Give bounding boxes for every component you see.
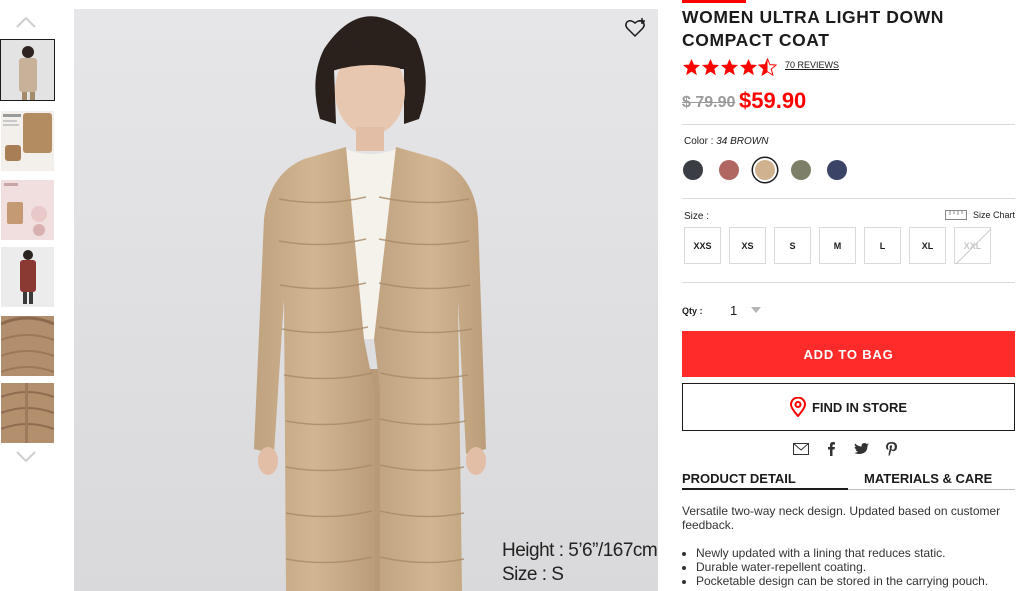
star-icon <box>682 58 701 76</box>
quantity-select[interactable]: 1 <box>730 301 770 319</box>
thumbnail-6[interactable] <box>1 383 54 443</box>
divider <box>682 124 1015 125</box>
quantity-value: 1 <box>730 302 738 318</box>
size-chart-link[interactable]: Size Chart <box>944 210 1015 220</box>
detail-bullets: Newly updated with a lining that reduces… <box>682 546 1015 588</box>
star-icon <box>720 58 739 76</box>
size-xxs-button[interactable]: XXS <box>684 227 721 264</box>
model-height-text: Height : 5’6”/167cm <box>502 540 658 561</box>
find-in-store-button[interactable]: FIND IN STORE <box>682 383 1015 431</box>
ruler-icon <box>944 210 967 220</box>
swatch-olive[interactable] <box>791 160 811 180</box>
detail-summary: Versatile two-way neck design. Updated b… <box>682 504 1001 532</box>
share-icons <box>793 441 913 457</box>
product-title-line-1: WOMEN ULTRA LIGHT DOWN <box>682 7 945 27</box>
size-xl-button[interactable]: XL <box>909 227 946 264</box>
active-tab-indicator <box>682 488 848 490</box>
star-icon <box>739 58 758 76</box>
tab-materials-care[interactable]: MATERIALS & CARE <box>848 470 1015 488</box>
reviews-link[interactable]: 70 REVIEWS <box>785 60 839 70</box>
size-xs-button[interactable]: XS <box>729 227 766 264</box>
heart-plus-icon[interactable] <box>624 17 646 39</box>
add-to-bag-button[interactable]: ADD TO BAG <box>682 331 1015 377</box>
thumbnail-1[interactable] <box>0 39 55 101</box>
swatch-dark-gray[interactable] <box>683 160 703 180</box>
detail-bullet: Durable water-repellent coating. <box>696 560 1015 574</box>
location-pin-icon <box>789 397 806 417</box>
color-label: Color : 34 BROWN <box>684 136 768 147</box>
size-m-button[interactable]: M <box>819 227 856 264</box>
sale-price: $59.90 <box>739 88 807 113</box>
star-icon <box>701 58 720 76</box>
star-rating <box>682 58 777 77</box>
half-star-icon <box>758 58 777 77</box>
color-swatches <box>683 160 863 180</box>
tab-product-detail[interactable]: PRODUCT DETAIL <box>682 470 848 488</box>
size-xxl-button: XXL <box>954 227 991 264</box>
thumbnail-3[interactable] <box>1 180 54 240</box>
divider <box>682 198 1015 199</box>
size-l-button[interactable]: L <box>864 227 901 264</box>
swatch-navy[interactable] <box>827 160 847 180</box>
model-size-caption: Height : 5’6”/167cm Size : S <box>502 539 658 587</box>
thumbnail-2[interactable] <box>1 111 54 171</box>
mail-icon[interactable] <box>793 441 809 457</box>
model-wearing-coat-illustration <box>74 9 658 591</box>
product-detail-content: Versatile two-way neck design. Updated b… <box>682 504 1015 588</box>
twitter-icon[interactable] <box>853 441 869 457</box>
model-size-text: Size : S <box>502 564 564 585</box>
detail-bullet: Pocketable design can be stored in the c… <box>696 574 1015 588</box>
thumbnail-4[interactable] <box>1 247 54 307</box>
size-label: Size : <box>684 211 710 222</box>
swatch-wine[interactable] <box>719 160 739 180</box>
rating: 70 REVIEWS <box>682 58 839 77</box>
divider <box>682 282 1015 283</box>
size-chart-label: Size Chart <box>972 210 1015 220</box>
tab-divider <box>848 489 1015 490</box>
thumbnail-5[interactable] <box>1 316 54 376</box>
product-title: WOMEN ULTRA LIGHT DOWN COMPACT COAT <box>682 6 944 52</box>
find-in-store-label: FIND IN STORE <box>811 399 908 415</box>
product-info-panel: WOMEN ULTRA LIGHT DOWN COMPACT COAT 70 R… <box>682 0 1015 591</box>
chevron-down-icon[interactable] <box>15 450 37 464</box>
quantity-label: Qty : <box>682 306 703 316</box>
size-options: XXS XS S M L XL XXL <box>684 227 999 264</box>
pinterest-icon[interactable] <box>883 441 899 457</box>
facebook-icon[interactable] <box>823 441 839 457</box>
swatch-brown[interactable] <box>755 160 775 180</box>
sale-tag <box>682 0 746 3</box>
product-title-line-2: COMPACT COAT <box>682 30 830 50</box>
size-s-button[interactable]: S <box>774 227 811 264</box>
detail-bullet: Newly updated with a lining that reduces… <box>696 546 1015 560</box>
main-product-image[interactable]: Height : 5’6”/167cm Size : S <box>74 9 658 591</box>
caret-down-icon <box>751 307 762 313</box>
thumbnail-column <box>0 0 60 591</box>
original-price: $ 79.90 <box>682 94 736 111</box>
color-label-text: Color : <box>684 136 714 147</box>
chevron-up-icon[interactable] <box>15 15 37 29</box>
selected-color-name: 34 BROWN <box>716 136 769 147</box>
